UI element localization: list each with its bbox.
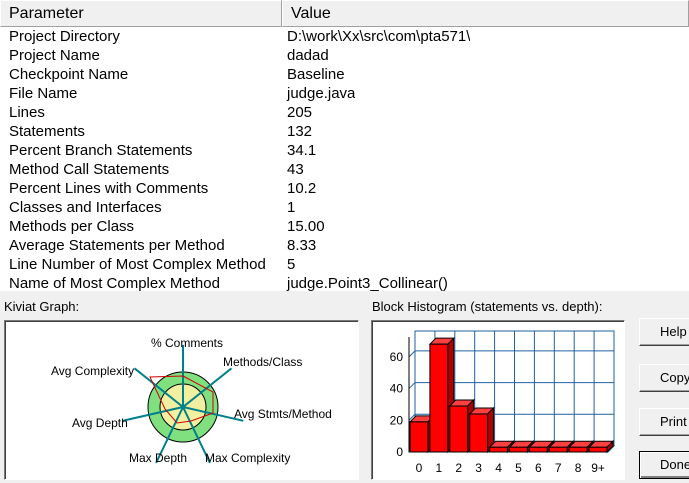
kiviat-graph: % Comments Methods/Class Avg Stmts/Metho…: [4, 320, 359, 480]
parameter-cell: Checkpoint Name: [9, 66, 129, 83]
table-row[interactable]: Project Directory D:\work\Xx\src\com\pta5…: [0, 27, 689, 46]
parameter-cell: Methods per Class: [9, 218, 135, 235]
table-row[interactable]: Average Statements per Method 8.33: [0, 236, 689, 255]
value-cell: 1: [287, 199, 296, 216]
table-row[interactable]: Percent Branch Statements 34.1: [0, 141, 689, 160]
histogram-bar: [528, 446, 548, 453]
histogram-grid-diag: [408, 382, 416, 389]
x-tick-label: 6: [535, 461, 542, 475]
parameter-cell: Method Call Statements: [9, 161, 170, 178]
histogram-bar: [588, 446, 608, 453]
histogram-bar: [489, 446, 508, 453]
table-body: Project Directory D:\work\Xx\src\com\pta5…: [0, 27, 689, 291]
parameter-cell: Percent Lines with Comments: [9, 180, 209, 197]
kiviat-label-avg-complexity: Avg Complexity: [51, 364, 134, 378]
histogram-bar: [469, 413, 489, 453]
histogram-bar: [548, 446, 568, 453]
histogram-bar: [409, 421, 429, 453]
kiviat-svg: % Comments Methods/Class Avg Stmts/Metho…: [51, 336, 332, 465]
parameter-cell: Average Statements per Method: [9, 237, 225, 254]
table-row[interactable]: Lines 205: [0, 103, 689, 122]
value-cell: 132: [287, 123, 313, 140]
histogram-bar: [568, 446, 588, 453]
value-cell: 5: [287, 256, 296, 273]
block-histogram-label: Block Histogram (statements vs. depth):: [372, 299, 603, 314]
value-column-header[interactable]: Value: [282, 0, 689, 27]
x-tick-label: 9+: [591, 461, 605, 475]
table-row[interactable]: Methods per Class 15.00: [0, 217, 689, 236]
histogram-bar: [509, 446, 528, 453]
parameter-cell: Percent Branch Statements: [9, 142, 193, 159]
value-cell: judge.Point3_Collinear(): [287, 275, 448, 291]
help-button[interactable]: Help: [639, 318, 689, 346]
y-tick-label: 20: [390, 413, 404, 427]
table-row[interactable]: Project Name dadad: [0, 46, 689, 65]
x-tick-label: 0: [416, 461, 423, 475]
value-cell: 34.1: [287, 142, 317, 159]
value-cell: judge.java: [287, 85, 356, 102]
value-cell: 43: [287, 161, 304, 178]
kiviat-label-max-depth: Max Depth: [129, 451, 187, 465]
table-row[interactable]: File Name judge.java: [0, 84, 689, 103]
value-cell: dadad: [287, 47, 329, 64]
x-tick-label: 5: [515, 461, 522, 475]
parameter-cell: Classes and Interfaces: [9, 199, 162, 216]
parameter-cell: Project Name: [9, 47, 100, 64]
x-tick-label: 7: [555, 461, 562, 475]
value-cell: 205: [287, 104, 313, 121]
kiviat-label-comments: % Comments: [151, 336, 223, 350]
kiviat-label-methods-class: Methods/Class: [223, 355, 302, 369]
y-tick-label: 40: [390, 382, 404, 396]
parameter-cell: Statements: [9, 123, 85, 140]
kiviat-label-max-complexity: Max Complexity: [205, 451, 290, 465]
table-row[interactable]: Method Call Statements 43: [0, 160, 689, 179]
block-histogram: 0 20 40 60 0 1 2 3 4 5 6 7 8 9+: [371, 320, 625, 480]
metrics-table: Parameter Value Project Directory D:\work…: [0, 0, 689, 291]
value-cell: 8.33: [287, 237, 317, 254]
parameter-cell: Lines: [9, 104, 45, 121]
parameter-cell: Name of Most Complex Method: [9, 275, 220, 291]
parameter-cell: Project Directory: [9, 28, 120, 45]
table-row[interactable]: Line Number of Most Complex Method 5: [0, 255, 689, 274]
x-tick-label: 1: [436, 461, 443, 475]
print-button[interactable]: Print: [639, 408, 689, 436]
parameter-cell: File Name: [9, 85, 78, 102]
kiviat-label-avg-depth: Avg Depth: [72, 416, 128, 430]
x-tick-label: 4: [495, 461, 502, 475]
y-tick-label: 60: [390, 350, 404, 364]
parameter-cell: Line Number of Most Complex Method: [9, 256, 266, 273]
value-cell: Baseline: [287, 66, 345, 83]
table-row[interactable]: Classes and Interfaces 1: [0, 198, 689, 217]
kiviat-label-avg-stmts: Avg Stmts/Method: [234, 407, 332, 421]
done-button[interactable]: Done: [639, 451, 689, 479]
table-row[interactable]: Statements 132: [0, 122, 689, 141]
table-row[interactable]: Name of Most Complex Method judge.Point3_…: [0, 274, 689, 291]
table-row[interactable]: Percent Lines with Comments 10.2: [0, 179, 689, 198]
table-row[interactable]: Checkpoint Name Baseline: [0, 65, 689, 84]
x-tick-label: 8: [575, 461, 582, 475]
kiviat-graph-label: Kiviat Graph:: [4, 299, 80, 314]
value-cell: 15.00: [287, 218, 325, 235]
copy-button[interactable]: Copy: [639, 364, 689, 392]
value-cell: D:\work\Xx\src\com\pta571\: [287, 28, 471, 45]
y-tick-label: 0: [396, 445, 403, 459]
value-cell: 10.2: [287, 180, 317, 197]
histogram-svg: 02040600 1 2 3 4 5 6 7 8 9+: [390, 330, 616, 475]
histogram-bar: [449, 405, 469, 453]
x-tick-label: 2: [455, 461, 462, 475]
x-tick-label: 3: [475, 461, 482, 475]
parameter-column-header[interactable]: Parameter: [0, 0, 282, 27]
table-header: Parameter Value: [0, 0, 689, 27]
histogram-grid-diag: [408, 350, 416, 358]
histogram-bar: [429, 343, 449, 453]
